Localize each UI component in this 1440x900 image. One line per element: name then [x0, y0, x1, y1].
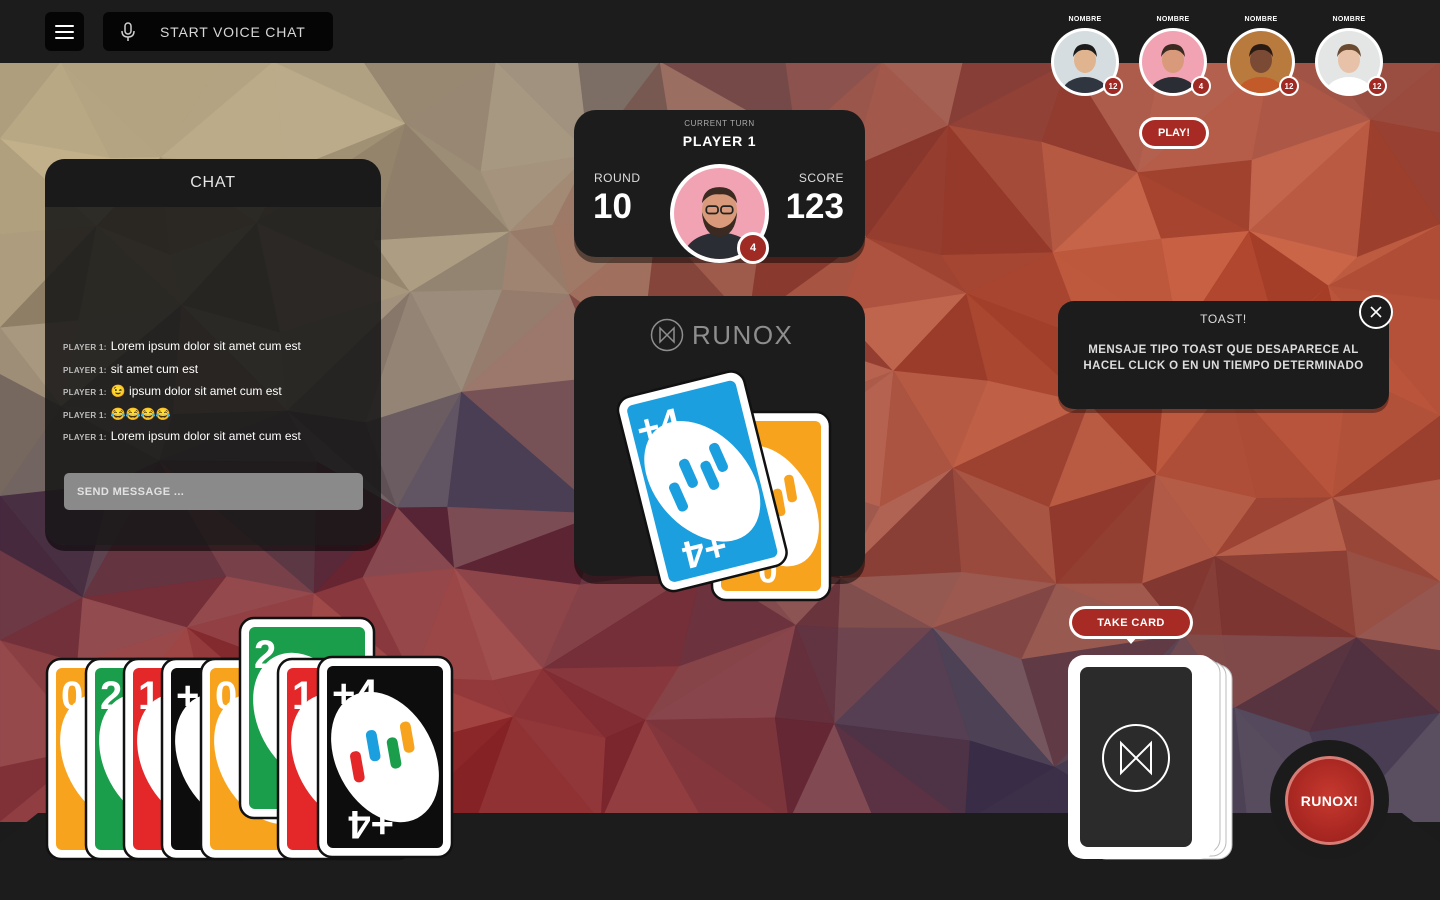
- player-card-count: 12: [1279, 76, 1299, 96]
- player-slot[interactable]: NOMBRE 12: [1226, 16, 1299, 96]
- chat-message-text: Lorem ipsum dolor sit amet cum est: [110, 339, 301, 353]
- chat-message-author: PLAYER 1:: [63, 388, 107, 397]
- toast-title: TOAST!: [1200, 311, 1247, 326]
- card-value: +4: [332, 672, 378, 716]
- chat-message-text: sit amet cum est: [110, 361, 199, 376]
- player-name: NOMBRE: [1332, 16, 1366, 23]
- score-label: SCORE: [798, 171, 844, 185]
- score-value: 123: [785, 187, 844, 226]
- card-value: 1: [138, 674, 160, 718]
- runox-logo-icon: [650, 318, 684, 352]
- draw-pile[interactable]: [1066, 655, 1238, 863]
- play-button[interactable]: PLAY!: [1139, 117, 1209, 149]
- card-value-corner: +4: [348, 802, 394, 846]
- send-message-input[interactable]: [64, 473, 363, 510]
- runox-button[interactable]: RUNOX!: [1285, 756, 1374, 845]
- chat-title: CHAT: [45, 159, 381, 207]
- player-name: NOMBRE: [1068, 16, 1102, 23]
- card-value: 2: [254, 633, 276, 677]
- current-turn-panel: CURRENT TURN PLAYER 1 ROUND 10 SCORE 123…: [574, 110, 865, 264]
- player-card-count: 12: [1367, 76, 1387, 96]
- play-label: PLAY!: [1142, 120, 1206, 146]
- current-player-card-count: 4: [737, 232, 769, 264]
- round-value: 10: [593, 187, 632, 226]
- toast-close-button[interactable]: [1359, 295, 1393, 329]
- player-avatar: 12: [1315, 28, 1387, 96]
- take-card-label: TAKE CARD: [1072, 609, 1190, 636]
- card-value: 2: [100, 674, 122, 718]
- runox-button-ring: RUNOX!: [1270, 740, 1389, 859]
- take-card-button[interactable]: TAKE CARD: [1069, 606, 1193, 644]
- chat-messages: PLAYER 1: Lorem ipsum dolor sit amet cum …: [63, 337, 363, 450]
- toast-notification: TOAST! MENSAJE TIPO TOAST QUE DESAPARECE…: [1058, 301, 1389, 409]
- chat-message: PLAYER 1: 😉 ipsum dolor sit amet cum est: [63, 382, 363, 405]
- card-value: 1: [292, 674, 314, 718]
- voice-chat-label: START VOICE CHAT: [160, 23, 306, 40]
- chat-message-text: Lorem ipsum dolor sit amet cum est: [110, 429, 301, 443]
- runox-logo-text: RUNOX: [692, 319, 794, 350]
- player-slot[interactable]: NOMBRE 12: [1314, 16, 1387, 96]
- card-value: 0: [61, 674, 83, 718]
- chat-message: PLAYER 1: Lorem ipsum dolor sit amet cum …: [63, 337, 363, 360]
- round-label: ROUND: [594, 171, 641, 185]
- hamburger-menu-icon: [55, 24, 74, 27]
- hand-card[interactable]: +4 +4: [310, 655, 460, 859]
- player-name: NOMBRE: [1156, 16, 1190, 23]
- player-slot[interactable]: NOMBRE 4: [1138, 16, 1211, 96]
- player-avatar: 12: [1227, 28, 1299, 96]
- player-name: NOMBRE: [1244, 16, 1278, 23]
- start-voice-chat-button[interactable]: START VOICE CHAT: [103, 12, 333, 51]
- card-value: 0: [215, 674, 237, 718]
- player-avatar: 12: [1051, 28, 1123, 96]
- chat-message-text: 😂😂😂😂: [110, 406, 171, 421]
- chat-message-text: 😉 ipsum dolor sit amet cum est: [110, 384, 282, 398]
- chat-message: PLAYER 1: sit amet cum est: [63, 360, 363, 383]
- chat-panel: CHAT PLAYER 1: Lorem ipsum dolor sit amet…: [45, 159, 381, 545]
- toast-message: MENSAJE TIPO TOAST QUE DESAPARECE AL HAC…: [1083, 344, 1364, 372]
- discard-pile: 00+4+4: [606, 366, 832, 602]
- player-card-count: 12: [1103, 76, 1123, 96]
- chat-message: PLAYER 1: Lorem ipsum dolor sit amet cum …: [63, 427, 363, 450]
- chat-message: PLAYER 1: 😂😂😂😂: [63, 405, 363, 428]
- current-turn-caption: CURRENT TURN: [684, 119, 755, 128]
- player-card-count: 4: [1191, 76, 1211, 96]
- microphone-icon: [121, 21, 135, 41]
- discard-card-top[interactable]: +4+4: [606, 366, 798, 596]
- chat-message-author: PLAYER 1:: [63, 433, 107, 442]
- player-slot[interactable]: NOMBRE 12: [1050, 16, 1123, 96]
- chat-message-author: PLAYER 1:: [63, 410, 107, 420]
- chat-message-author: PLAYER 1:: [63, 343, 107, 352]
- player-hand: 0 2 1 +4021 +4+4: [45, 616, 460, 861]
- current-player-name: PLAYER 1: [682, 133, 757, 149]
- player-avatar: 4: [1139, 28, 1211, 96]
- menu-button[interactable]: [45, 12, 84, 51]
- chat-message-author: PLAYER 1:: [63, 365, 107, 375]
- runox-logo: RUNOX: [650, 318, 793, 352]
- close-icon: [1370, 306, 1382, 318]
